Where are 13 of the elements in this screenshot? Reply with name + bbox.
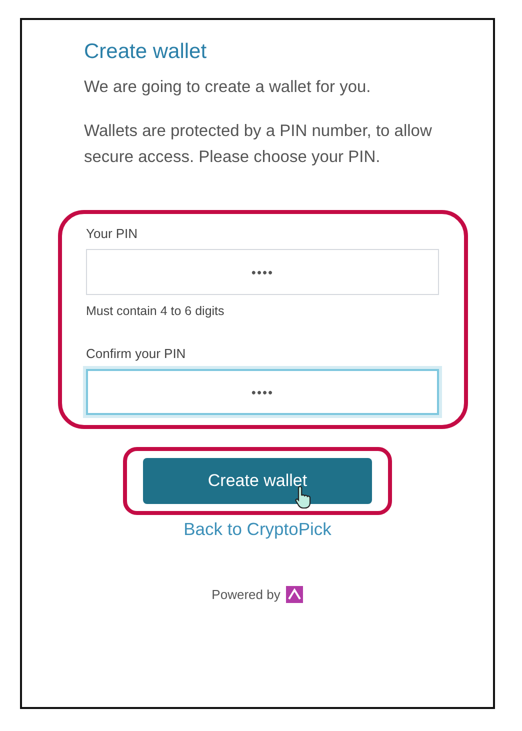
field-label: Your PIN	[86, 226, 138, 241]
hand-cursor-icon	[295, 485, 313, 509]
field-label: Confirm your PIN	[86, 346, 186, 361]
intro-text: We are going to create a wallet for you.	[84, 77, 372, 98]
create-wallet-button[interactable]: Create wallet	[143, 458, 372, 504]
page-title: Create wallet	[84, 40, 208, 64]
pin-field[interactable]: ••••	[86, 369, 439, 415]
description-text: Wallets are protected by a PIN number, to allow secure access. Please choose your PIN.	[84, 121, 433, 168]
back-link[interactable]: Back to CryptoPick	[184, 519, 332, 540]
powered-by-text: Powered by	[212, 587, 280, 602]
logo-icon	[286, 586, 304, 603]
pin-field[interactable]: ••••	[86, 249, 439, 295]
field-hint: Must contain 4 to 6 digits	[86, 304, 224, 318]
